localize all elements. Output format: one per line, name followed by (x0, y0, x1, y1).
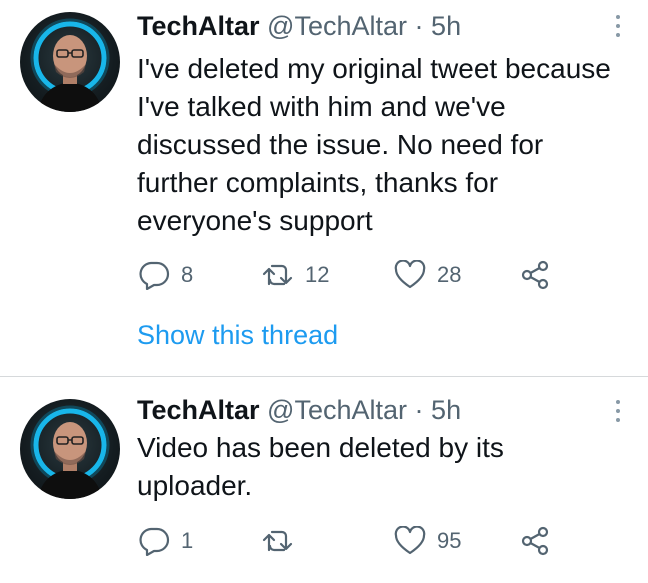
like-count: 28 (437, 262, 462, 287)
tweet-actions: 8 12 28 (137, 260, 617, 290)
reply-button[interactable]: 1 (137, 526, 193, 556)
author-handle[interactable]: @TechAltar (267, 11, 407, 41)
timestamp[interactable]: 5h (431, 11, 461, 41)
avatar[interactable] (20, 12, 120, 112)
tweet-text: Video has been deleted by its uploader. (137, 432, 504, 501)
share-icon (520, 526, 550, 556)
like-count: 95 (437, 528, 462, 553)
tweet-header: TechAltar @TechAltar · 5h (137, 10, 461, 42)
heart-icon (393, 526, 427, 556)
author-handle[interactable]: @TechAltar (267, 395, 407, 425)
avatar[interactable] (20, 399, 120, 499)
reply-count: 1 (181, 528, 194, 553)
share-icon (520, 260, 550, 290)
share-button[interactable] (520, 526, 550, 556)
tweet[interactable]: TechAltar @TechAltar · 5h I've deleted m… (0, 0, 648, 376)
separator: · (414, 11, 424, 41)
share-button[interactable] (520, 260, 550, 290)
author-name[interactable]: TechAltar (137, 11, 260, 41)
retweet-icon (261, 526, 295, 556)
timestamp[interactable]: 5h (431, 395, 461, 425)
tweet-header: TechAltar @TechAltar · 5h (137, 394, 461, 426)
retweet-button[interactable] (261, 526, 295, 556)
tweet-actions: 1 95 (137, 526, 617, 556)
reply-icon (137, 526, 171, 556)
more-options-icon[interactable] (614, 15, 622, 42)
tweet[interactable]: TechAltar @TechAltar · 5h Video has been… (0, 377, 648, 583)
reply-icon (137, 260, 171, 290)
tweet-text: I've deleted my original tweet because I… (137, 53, 611, 236)
like-button[interactable]: 28 (393, 260, 461, 290)
more-options-icon[interactable] (614, 400, 622, 427)
retweet-count: 12 (305, 262, 330, 287)
like-button[interactable]: 95 (393, 526, 461, 556)
heart-icon (393, 260, 427, 290)
show-thread-link[interactable]: Show this thread (137, 318, 338, 352)
retweet-icon (261, 260, 295, 290)
reply-button[interactable]: 8 (137, 260, 193, 290)
retweet-button[interactable]: 12 (261, 260, 329, 290)
author-name[interactable]: TechAltar (137, 395, 260, 425)
separator: · (414, 395, 424, 425)
reply-count: 8 (181, 262, 194, 287)
